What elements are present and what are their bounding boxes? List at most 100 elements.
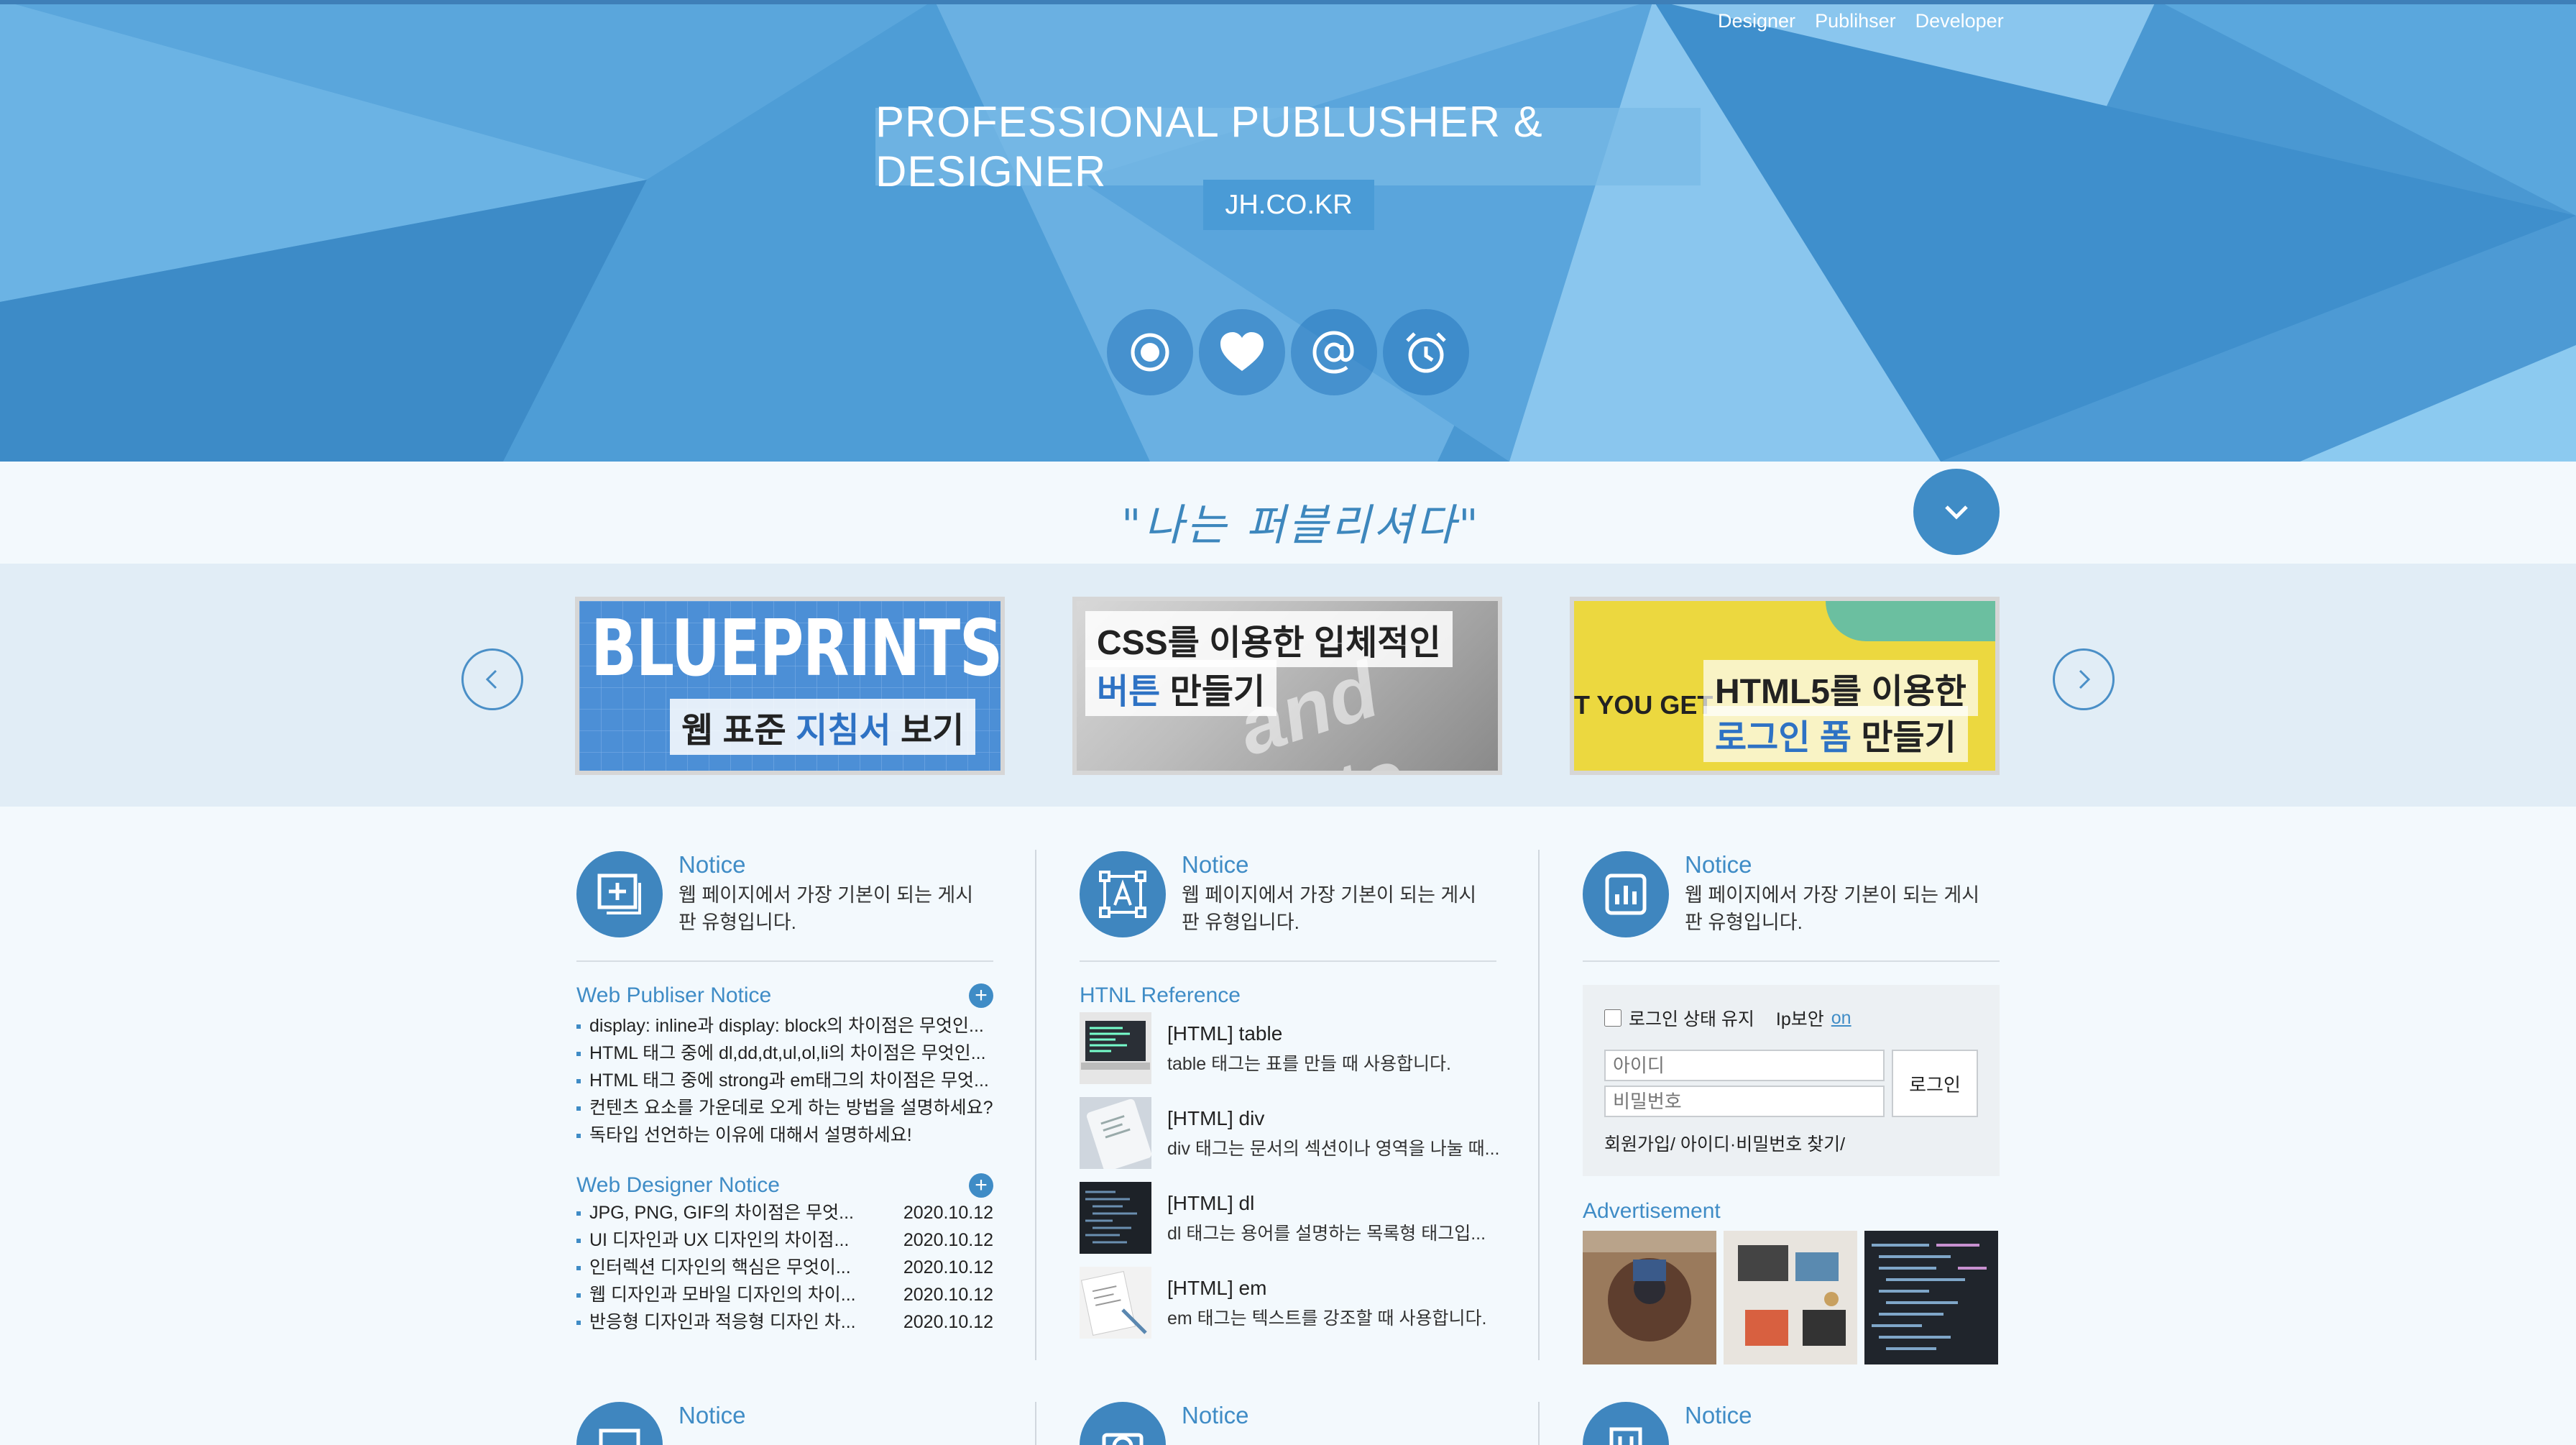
publisher-notice-list: display: inline과 display: block의 차이점은 무엇… <box>576 1012 993 1149</box>
banner-blueprints[interactable]: BLUEPRINTS 웹 표준 지침서 보기 <box>575 597 1005 775</box>
building-icon <box>1583 1402 1669 1445</box>
notice-title[interactable]: Notice <box>1182 851 1249 879</box>
hero-title-box: PROFESSIONAL PUBLUSHER & DESIGNER <box>875 98 1701 196</box>
section-title-text[interactable]: Web Publiser Notice <box>576 983 771 1007</box>
top-nav: Designer Publihser Developer <box>1718 10 2004 32</box>
list-item[interactable]: 컨텐츠 요소를 가운데로 오게 하는 방법을 설명하세요? <box>576 1094 993 1121</box>
reference-list: [HTML] table table 태그는 표를 만들 때 사용합니다. [HT… <box>1080 1012 1500 1352</box>
notice-title[interactable]: Notice <box>678 1402 746 1429</box>
ip-security-toggle[interactable]: on <box>1831 1008 1852 1029</box>
item-text: UI 디자인과 UX 디자인의 차이점... <box>589 1230 850 1250</box>
banner-css-button[interactable]: and inte CSS를 이용한 입체적인 버튼 만들기 <box>1072 597 1502 775</box>
item-text: 반응형 디자인과 적응형 디자인 차... <box>589 1312 856 1332</box>
nav-developer[interactable]: Developer <box>1915 10 2004 32</box>
laptop-code-thumbnail <box>1080 1012 1151 1084</box>
user-id-input[interactable] <box>1604 1050 1885 1081</box>
notice-title[interactable]: Notice <box>1685 851 1752 879</box>
list-item[interactable]: 웹 디자인과 모바일 디자인의 차이... 2020.10.12 <box>576 1281 993 1308</box>
paper-drawing-thumbnail <box>1080 1267 1151 1339</box>
list-item[interactable]: 독타입 선언하는 이유에 대해서 설명하세요! <box>576 1121 993 1149</box>
notice-title[interactable]: Notice <box>1182 1402 1249 1429</box>
slogan-bar: "나는 퍼블리셔다" <box>0 462 2576 564</box>
item-date: 2020.10.12 <box>903 1230 993 1250</box>
chevron-down-icon <box>1945 505 1968 520</box>
bar-chart-icon <box>1583 851 1669 937</box>
notice-desc: 웹 페이지에서 가장 기본이 되는 게시판 유형입니다. <box>1182 884 1477 933</box>
column-login: Notice 웹 페이지에서 가장 기본이 되는 게시판 유형입니다. 로그인 … <box>1583 848 2000 1364</box>
list-item[interactable]: 인터렉션 디자인의 핵심은 무엇이... 2020.10.12 <box>576 1254 993 1281</box>
list-item[interactable]: HTML 태그 중에 dl,dd,dt,ul,ol,li의 차이점은 무엇인..… <box>576 1040 993 1067</box>
banner-carousel: BLUEPRINTS 웹 표준 지침서 보기 and inte CSS를 이용한… <box>0 564 2576 807</box>
password-input[interactable] <box>1604 1086 1885 1117</box>
divider <box>1583 960 2000 962</box>
item-date: 2020.10.12 <box>903 1257 993 1277</box>
more-plus-icon[interactable]: + <box>969 1173 993 1198</box>
caption-highlight: 로그인 폼 <box>1715 719 1852 757</box>
login-button[interactable]: 로그인 <box>1892 1050 1978 1117</box>
nav-publisher[interactable]: Publihser <box>1815 10 1896 32</box>
banner-caption-line1: CSS를 이용한 입체적인 <box>1085 611 1453 667</box>
list-item[interactable]: JPG, PNG, GIF의 차이점은 무엇... 2020.10.12 <box>576 1199 993 1226</box>
column-reference: Notice 웹 페이지에서 가장 기본이 되는 게시판 유형입니다. HTNL… <box>1080 848 1500 1352</box>
carousel-next-button[interactable] <box>2053 648 2115 710</box>
keep-login-checkbox[interactable] <box>1604 1009 1622 1027</box>
caption-highlight: 버튼 <box>1097 673 1161 711</box>
ad-image-workspace[interactable] <box>1724 1231 1857 1364</box>
list-item[interactable]: HTML 태그 중에 strong과 em태그의 차이점은 무엇... <box>576 1067 993 1094</box>
carousel-prev-button[interactable] <box>461 648 523 710</box>
slogan-text: "나는 퍼블리셔다" <box>1121 500 1481 551</box>
divider <box>1080 960 1496 962</box>
section-title-reference: HTNL Reference <box>1080 983 1496 1012</box>
banner-tag-text: T YOU GET <box>1574 690 1714 720</box>
caption-highlight: 지침서 <box>796 712 891 750</box>
chevron-left-icon <box>485 669 497 689</box>
hero-subtitle-box: JH.CO.KR <box>1203 180 1374 230</box>
reference-item[interactable]: [HTML] table table 태그는 표를 만들 때 사용합니다. <box>1080 1012 1496 1097</box>
scroll-down-button[interactable] <box>1913 469 2000 555</box>
nav-designer[interactable]: Designer <box>1718 10 1795 32</box>
list-item[interactable]: 반응형 디자인과 적응형 디자인 차... 2020.10.12 <box>576 1308 993 1336</box>
item-text: 인터렉션 디자인의 핵심은 무엇이... <box>589 1257 851 1277</box>
tablet-thumbnail <box>1080 1097 1151 1169</box>
advertisement-grid <box>1583 1231 2000 1364</box>
column-divider <box>1538 850 1540 1360</box>
more-plus-icon[interactable]: + <box>969 983 993 1008</box>
target-icon[interactable] <box>1107 309 1193 395</box>
column-divider <box>1538 1402 1540 1445</box>
signup-find-links[interactable]: 회원가입/ 아이디·비밀번호 찾기/ <box>1604 1130 1845 1156</box>
notice-header: Notice 웹 페이지에서 가장 기본이 되는 게시판 유형입니다. <box>1583 848 2000 956</box>
hero-icon-row <box>1107 309 1469 395</box>
plus-box-icon <box>576 851 663 937</box>
notice-title[interactable]: Notice <box>1685 1402 1752 1429</box>
login-options: 로그인 상태 유지 Ip보안 on <box>1604 1005 1978 1031</box>
reference-title: [HTML] table <box>1167 1022 1283 1045</box>
notice-title[interactable]: Notice <box>678 851 746 879</box>
notice-header: Notice 웹 페이지에서 가장 기본이 되는 게시판 유형입니다. <box>576 848 993 956</box>
ad-image-desk-person[interactable] <box>1583 1231 1716 1364</box>
designer-notice-list: JPG, PNG, GIF의 차이점은 무엇... 2020.10.12 UI 디… <box>576 1199 993 1336</box>
column-divider <box>1035 850 1036 1360</box>
at-icon[interactable] <box>1291 309 1377 395</box>
banner-html5-login[interactable]: T YOU GET HTML5를 이용한 로그인 폼 만들기 <box>1570 597 2000 775</box>
item-date: 2020.10.12 <box>903 1285 993 1305</box>
hero-subtitle: JH.CO.KR <box>1225 189 1353 220</box>
reference-item[interactable]: [HTML] em em 태그는 텍스트를 강조할 때 사용합니다. <box>1080 1267 1496 1352</box>
reference-desc: div 태그는 문서의 섹션이나 영역을 나눌 때... <box>1167 1139 1500 1159</box>
ad-image-code[interactable] <box>1864 1231 1998 1364</box>
caption-part: 보기 <box>891 712 965 750</box>
text-frame-icon <box>1080 851 1166 937</box>
bottom-notice-2: Notice <box>1080 1402 1496 1445</box>
section-title-text[interactable]: Web Designer Notice <box>576 1173 780 1197</box>
reference-desc: table 태그는 표를 만들 때 사용합니다. <box>1167 1054 1451 1074</box>
decorative-shape <box>1826 601 1995 641</box>
reference-item[interactable]: [HTML] dl dl 태그는 용어를 설명하는 목록형 태그입... <box>1080 1182 1496 1267</box>
reference-desc: dl 태그는 용어를 설명하는 목록형 태그입... <box>1167 1224 1486 1244</box>
section-title-text[interactable]: HTNL Reference <box>1080 983 1241 1007</box>
alarm-clock-icon[interactable] <box>1383 309 1469 395</box>
reference-item[interactable]: [HTML] div div 태그는 문서의 섹션이나 영역을 나눌 때... <box>1080 1097 1500 1182</box>
item-text: 웹 디자인과 모바일 디자인의 차이... <box>589 1285 856 1305</box>
list-item[interactable]: display: inline과 display: block의 차이점은 무엇… <box>576 1012 993 1040</box>
heart-icon[interactable] <box>1199 309 1285 395</box>
camera-icon <box>1080 1402 1166 1445</box>
list-item[interactable]: UI 디자인과 UX 디자인의 차이점... 2020.10.12 <box>576 1226 993 1254</box>
